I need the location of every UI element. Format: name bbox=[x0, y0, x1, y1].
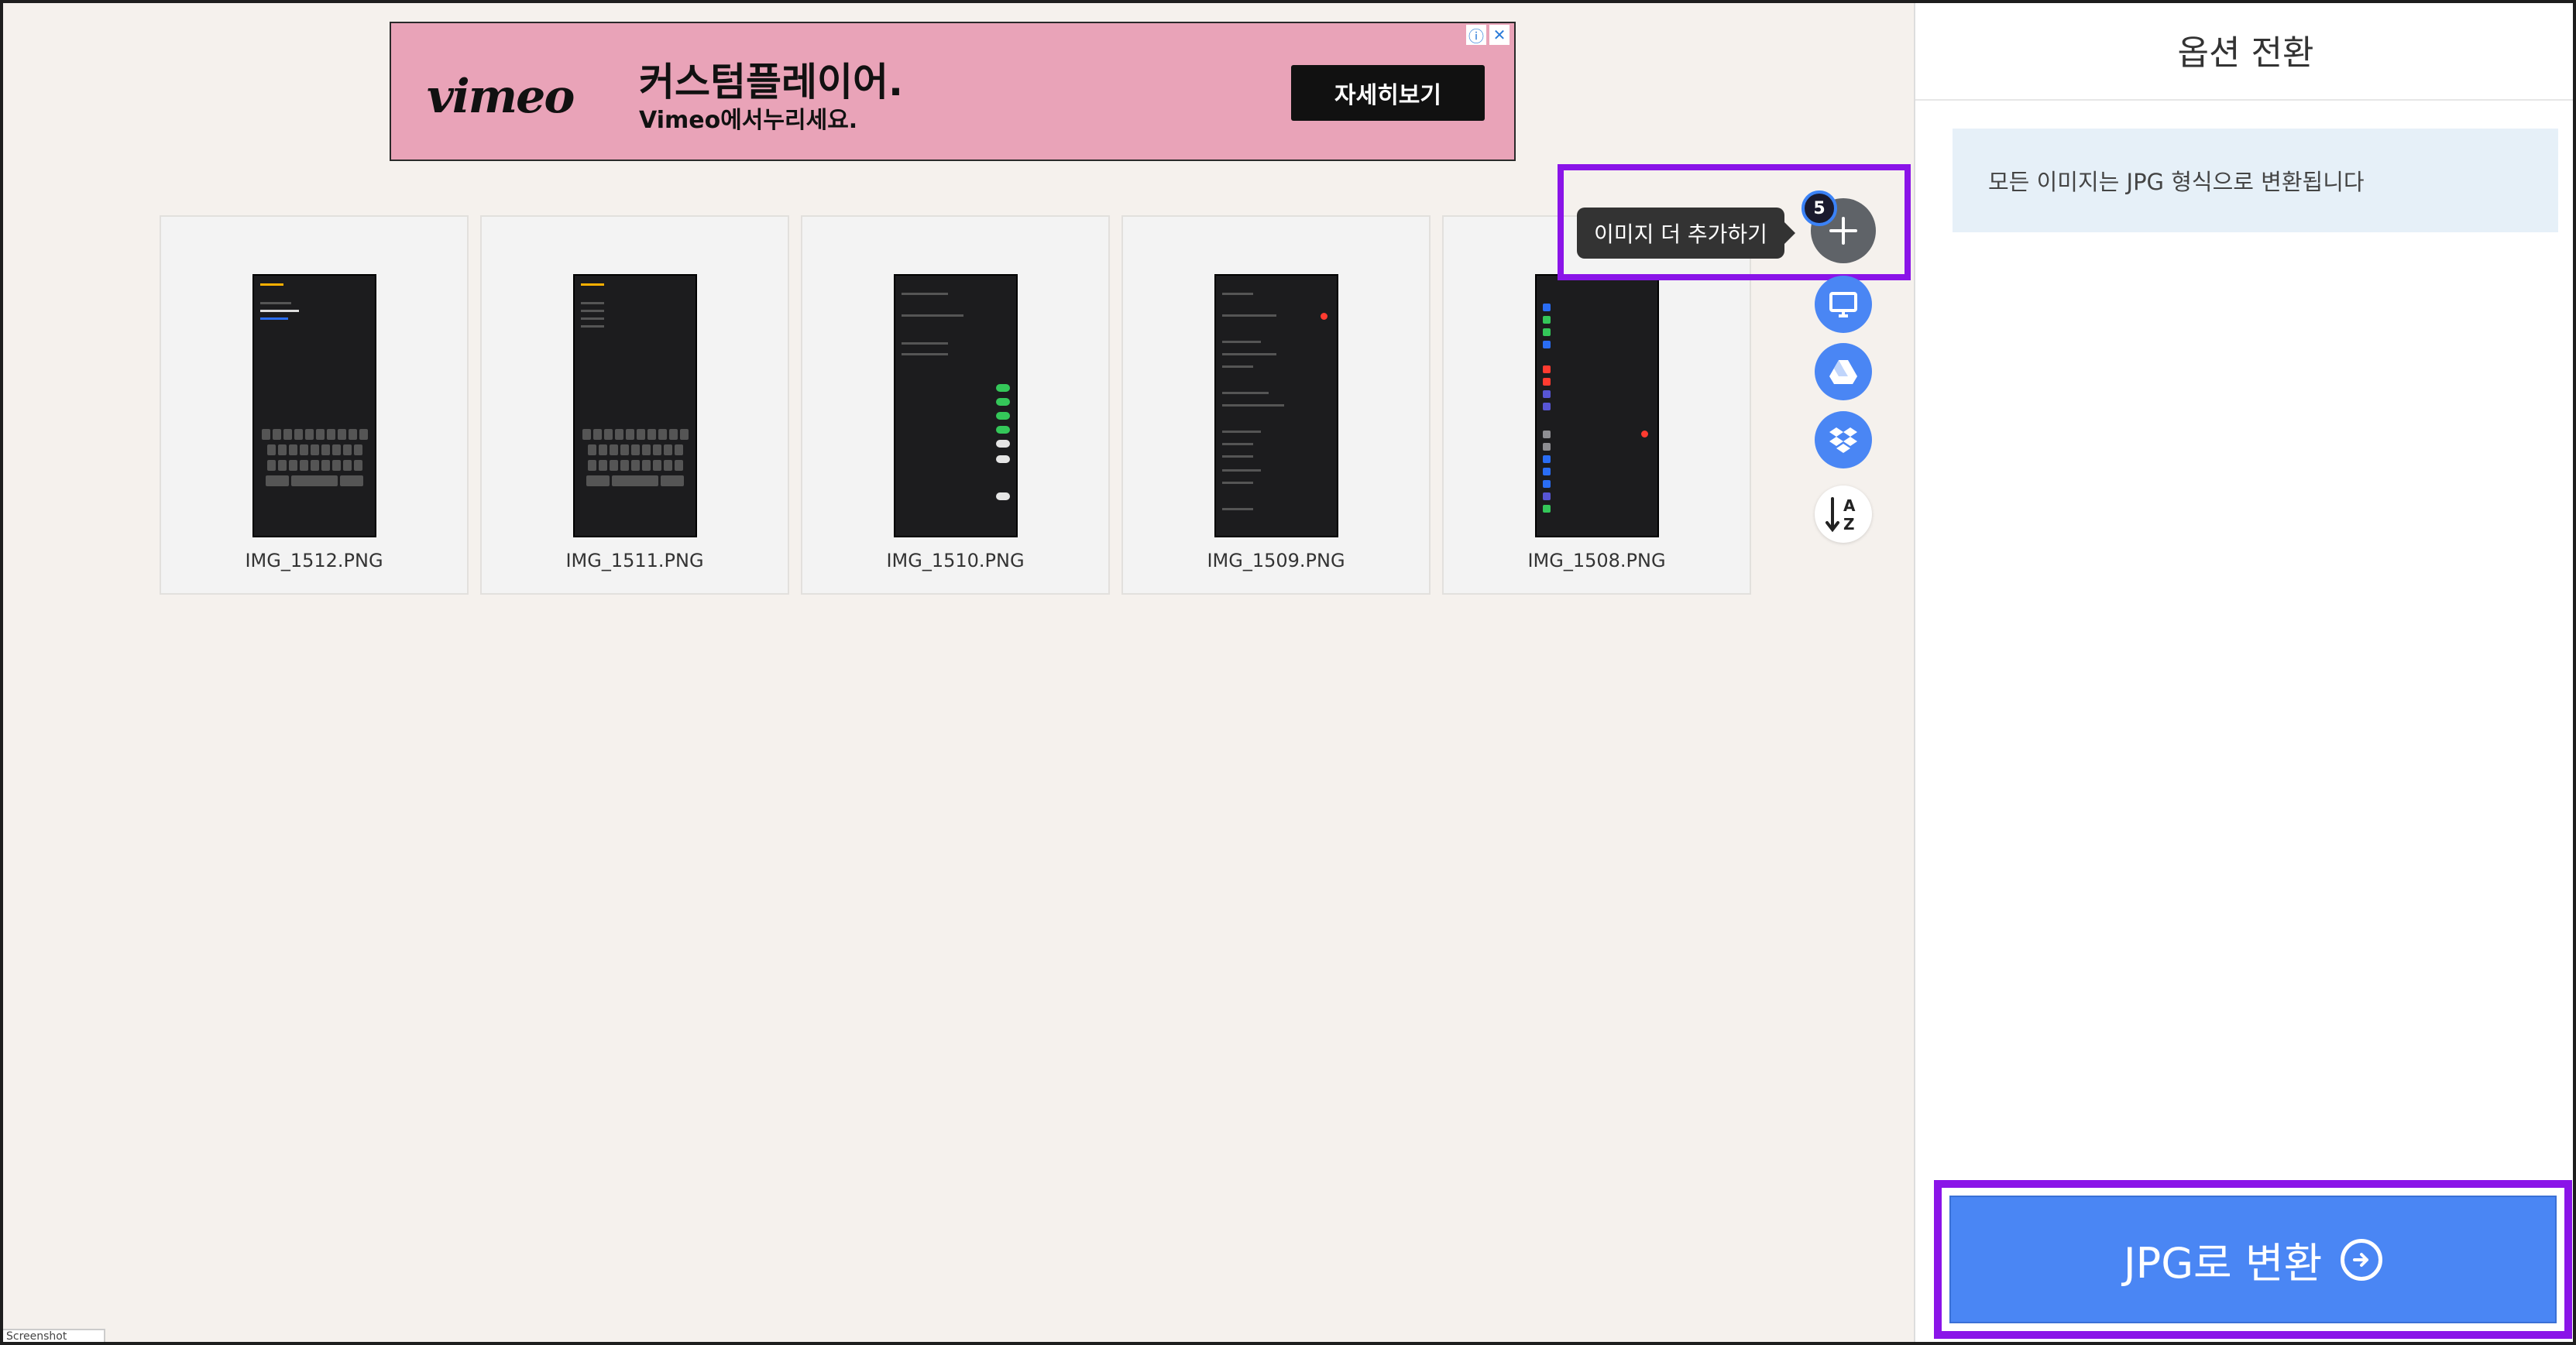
ad-close-icon[interactable]: ✕ bbox=[1489, 25, 1510, 45]
add-from-computer-button[interactable] bbox=[1815, 276, 1872, 333]
add-from-dropbox-button[interactable] bbox=[1815, 411, 1872, 468]
ad-logo: vimeo bbox=[427, 70, 575, 124]
arrow-right-circle-icon bbox=[2341, 1238, 2383, 1281]
file-list: IMG_1512.PNG IMG_1511.PNG IMG_1510.PNG I… bbox=[160, 215, 1751, 595]
file-card[interactable]: IMG_1510.PNG bbox=[801, 215, 1110, 595]
options-sidebar: 옵션 전환 모든 이미지는 JPG 형식으로 변환됩니다 JPG로 변환 bbox=[1914, 0, 2576, 1345]
file-card[interactable]: IMG_1511.PNG bbox=[480, 215, 789, 595]
add-images-tooltip: 이미지 더 추가하기 bbox=[1577, 208, 1795, 259]
ad-headline: 커스텀플레이어. bbox=[639, 60, 903, 105]
workspace: vimeo 커스텀플레이어. Vimeo에서누리세요. 자세히보기 ⓘ ✕ IM… bbox=[0, 0, 1914, 1345]
svg-text:A: A bbox=[1843, 496, 1856, 515]
ad-choices[interactable]: ⓘ ✕ bbox=[1466, 25, 1510, 46]
file-name: IMG_1512.PNG bbox=[245, 550, 383, 571]
ad-cta-button[interactable]: 자세히보기 bbox=[1291, 65, 1485, 121]
convert-button-highlight: JPG로 변환 bbox=[1934, 1180, 2572, 1339]
convert-button-label: JPG로 변환 bbox=[2123, 1239, 2323, 1288]
google-drive-icon bbox=[1829, 360, 1857, 384]
file-thumbnail bbox=[894, 274, 1018, 537]
add-from-google-drive-button[interactable] bbox=[1815, 343, 1872, 400]
file-name: IMG_1511.PNG bbox=[565, 550, 704, 571]
corner-tab[interactable]: Screenshot bbox=[0, 1329, 105, 1345]
file-name: IMG_1510.PNG bbox=[886, 550, 1025, 571]
monitor-icon bbox=[1829, 292, 1857, 317]
file-card[interactable]: IMG_1512.PNG bbox=[160, 215, 469, 595]
file-thumbnail bbox=[1214, 274, 1338, 537]
file-count-badge: 5 bbox=[1801, 190, 1837, 226]
ad-info-icon[interactable]: ⓘ bbox=[1466, 25, 1486, 46]
sort-az-icon: A Z bbox=[1826, 496, 1856, 534]
file-card[interactable]: IMG_1509.PNG bbox=[1121, 215, 1431, 595]
sidebar-title: 옵션 전환 bbox=[1915, 0, 2576, 101]
file-name: IMG_1509.PNG bbox=[1207, 550, 1345, 571]
convert-to-jpg-button[interactable]: JPG로 변환 bbox=[1949, 1196, 2557, 1323]
ad-banner[interactable]: vimeo 커스텀플레이어. Vimeo에서누리세요. 자세히보기 ⓘ ✕ bbox=[390, 22, 1516, 161]
file-thumbnail bbox=[1535, 274, 1659, 537]
file-thumbnail bbox=[252, 274, 376, 537]
dropbox-icon bbox=[1829, 427, 1857, 453]
sort-az-button[interactable]: A Z bbox=[1815, 486, 1872, 543]
file-name: IMG_1508.PNG bbox=[1527, 550, 1666, 571]
ad-subline: Vimeo에서누리세요. bbox=[639, 107, 858, 134]
file-thumbnail bbox=[573, 274, 697, 537]
svg-text:Z: Z bbox=[1843, 515, 1855, 534]
conversion-info: 모든 이미지는 JPG 형식으로 변환됩니다 bbox=[1953, 129, 2558, 232]
